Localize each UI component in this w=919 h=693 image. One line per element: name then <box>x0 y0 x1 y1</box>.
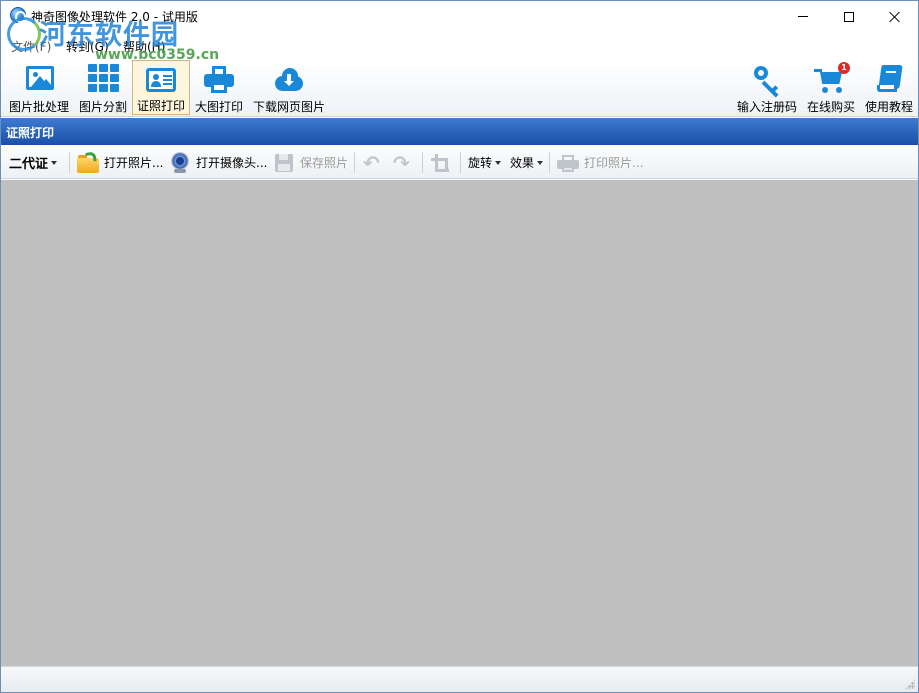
separator <box>549 152 550 173</box>
open-camera-button[interactable]: 打开摄像头... <box>169 146 267 179</box>
app-window: 神奇图像处理软件 2.0 - 试用版 文件(F) 转到(G) 帮助(H) 河东软… <box>0 0 919 693</box>
undo-icon: ↶ <box>363 150 380 175</box>
menu-help[interactable]: 帮助(H) <box>123 38 165 55</box>
tutorial-button[interactable]: 使用教程 <box>861 60 917 115</box>
open-camera-label: 打开摄像头... <box>196 156 268 170</box>
enter-register-code-label: 输入注册码 <box>736 100 797 114</box>
print-photo-button[interactable]: 打印照片... <box>557 146 643 179</box>
grid-icon <box>86 64 120 94</box>
id-type-dropdown[interactable]: 二代证 <box>9 146 58 179</box>
effect-label: 效果 <box>510 156 535 170</box>
crop-button[interactable] <box>429 146 456 179</box>
batch-process-button[interactable]: 图片批处理 <box>5 60 73 115</box>
maximize-button[interactable] <box>826 1 872 32</box>
download-web-images-button[interactable]: 下载网页图片 <box>250 60 328 115</box>
batch-process-label: 图片批处理 <box>8 100 69 114</box>
download-web-images-label: 下载网页图片 <box>252 100 325 114</box>
id-photo-print-label: 证照打印 <box>136 99 185 113</box>
key-icon <box>750 64 784 98</box>
status-bar <box>1 666 918 692</box>
id-print-toolbar: 二代证 打开照片... 打开摄像头... 保存照片 ↶ ↷ 旋转 效果 打印照片… <box>1 146 918 179</box>
save-photo-button[interactable]: 保存照片 <box>273 146 348 179</box>
app-logo-icon <box>10 7 26 23</box>
separator <box>69 152 70 173</box>
book-icon <box>872 64 906 94</box>
redo-icon: ↷ <box>393 150 410 175</box>
title-bar: 神奇图像处理软件 2.0 - 试用版 <box>1 1 918 32</box>
separator <box>354 152 355 173</box>
large-print-button[interactable]: 大图打印 <box>191 60 247 115</box>
open-folder-icon <box>77 150 99 174</box>
buy-online-label: 在线购买 <box>806 100 855 114</box>
rotate-label: 旋转 <box>468 156 493 170</box>
cart-icon: 1 <box>814 62 850 94</box>
cart-badge: 1 <box>838 62 850 74</box>
print-icon <box>557 152 579 174</box>
maximize-icon <box>844 11 854 22</box>
rotate-dropdown[interactable]: 旋转 <box>468 146 502 179</box>
print-photo-label: 打印照片... <box>584 156 644 170</box>
close-button[interactable] <box>872 1 918 32</box>
menu-bar: 文件(F) 转到(G) 帮助(H) <box>1 34 918 56</box>
window-title: 神奇图像处理软件 2.0 - 试用版 <box>31 10 198 24</box>
enter-register-code-button[interactable]: 输入注册码 <box>734 60 800 115</box>
menu-file[interactable]: 文件(F) <box>11 38 51 55</box>
undo-button[interactable]: ↶ <box>363 146 380 179</box>
chevron-down-icon <box>495 160 502 165</box>
webcam-icon <box>169 151 191 174</box>
id-type-value: 二代证 <box>9 157 49 172</box>
close-icon <box>889 11 901 23</box>
resize-grip-icon[interactable] <box>905 679 915 689</box>
picture-icon <box>22 64 56 94</box>
large-print-label: 大图打印 <box>194 100 243 114</box>
redo-button[interactable]: ↷ <box>393 146 410 179</box>
separator <box>460 152 461 173</box>
minimize-button[interactable] <box>780 1 826 32</box>
buy-online-button[interactable]: 1 在线购买 <box>803 60 859 115</box>
crop-icon <box>429 152 451 174</box>
image-split-label: 图片分割 <box>78 100 127 114</box>
id-photo-print-button[interactable]: 证照打印 <box>132 60 190 115</box>
chevron-down-icon <box>537 160 544 165</box>
cloud-download-icon <box>272 64 306 94</box>
minimize-icon <box>798 16 808 17</box>
effect-dropdown[interactable]: 效果 <box>510 146 544 179</box>
save-disk-icon <box>273 152 295 174</box>
separator <box>422 152 423 173</box>
printer-icon <box>202 64 236 94</box>
menu-goto[interactable]: 转到(G) <box>66 38 109 55</box>
open-photo-label: 打开照片... <box>104 156 164 170</box>
tutorial-label: 使用教程 <box>864 100 913 114</box>
image-split-button[interactable]: 图片分割 <box>75 60 131 115</box>
id-card-icon <box>144 65 178 93</box>
chevron-down-icon <box>51 160 58 165</box>
section-title: 证照打印 <box>1 118 918 145</box>
save-photo-label: 保存照片 <box>300 156 349 170</box>
open-photo-button[interactable]: 打开照片... <box>77 146 163 179</box>
photo-work-area[interactable] <box>1 180 918 666</box>
main-toolbar: 图片批处理 图片分割 证照打印 大图打印 下载网页图片 输入注册码 1 在线购买… <box>1 59 918 117</box>
